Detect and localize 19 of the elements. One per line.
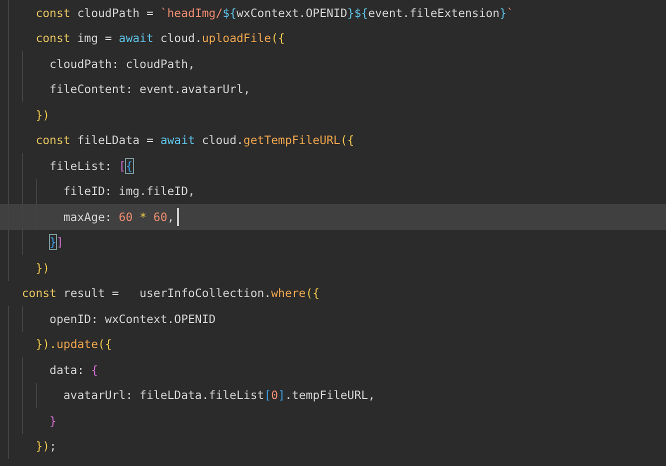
code-line: const result = userInfoCollection.where({ — [20, 285, 320, 302]
code-line: fileContent: event.avatarUrl, — [48, 81, 250, 98]
code-line: openID: wxContext.OPENID — [48, 310, 216, 327]
code-line: const cloudPath = `headImg/${wxContext.OPENID}${event.fileExtension}` — [34, 4, 514, 21]
code-line: }) — [34, 260, 50, 276]
code-line: }) — [34, 106, 50, 123]
code-line: }] — [48, 234, 64, 250]
code-line: const img = await cloud.uploadFile({ — [34, 30, 285, 46]
text-cursor — [177, 208, 179, 226]
code-line: fileList: [{ — [48, 158, 133, 174]
code-line: }).update({ — [34, 336, 112, 352]
code-line: const fileLData = await cloud.getTempFileURL({ — [34, 132, 354, 148]
code-line: fileID: img.fileID, — [62, 183, 195, 200]
code-line: } — [48, 412, 56, 429]
code-line: data: { — [48, 362, 98, 378]
code-line: cloudPath: cloudPath, — [48, 56, 195, 72]
code-line: }); — [34, 438, 56, 454]
code-line: avatarUrl: fileLData.fileList[0].tempFileURL, — [62, 387, 376, 404]
code-line: maxAge: 60 * 60, — [62, 208, 174, 225]
